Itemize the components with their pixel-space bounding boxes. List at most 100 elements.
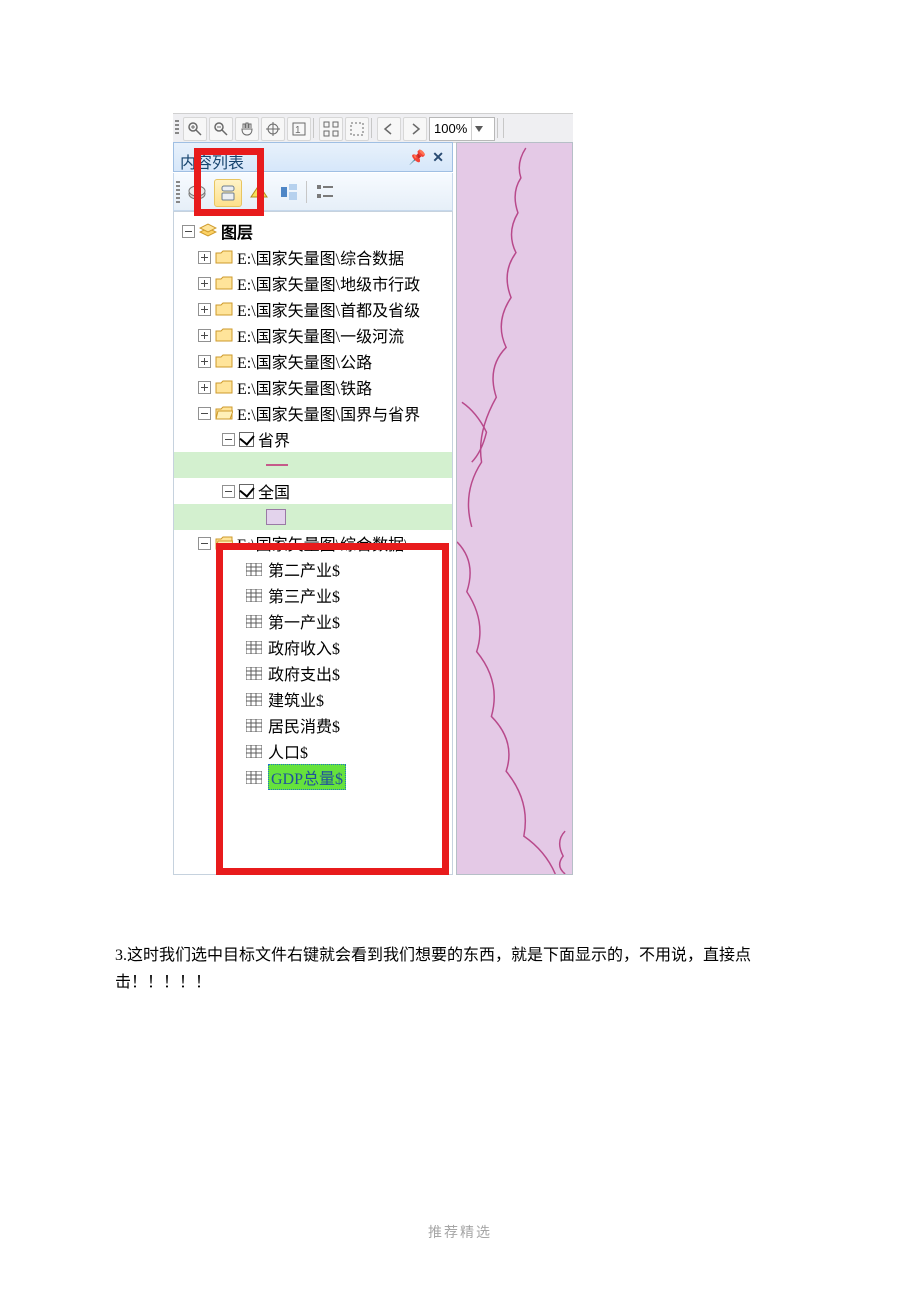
table-label: 第三产业$: [268, 583, 340, 607]
prev-extent-button[interactable]: [377, 117, 401, 141]
plus-icon[interactable]: [198, 303, 211, 316]
tree-dataset-open[interactable]: E:\国家矢量图\国界与省界: [174, 400, 452, 426]
plus-icon[interactable]: [198, 251, 211, 264]
table-label: 政府收入$: [268, 635, 340, 659]
folder-open-icon: [215, 536, 233, 550]
dataset-label: E:\国家矢量图\地级市行政: [237, 271, 420, 295]
zoom-in-button[interactable]: [183, 117, 207, 141]
tree-dataset-open[interactable]: E:\国家矢量图\综合数据\: [174, 530, 452, 556]
close-icon[interactable]: ✕: [432, 149, 444, 166]
pin-icon[interactable]: 📌: [409, 149, 426, 166]
dataset-label: E:\国家矢量图\铁路: [237, 375, 372, 399]
fill-swatch-icon: [266, 509, 286, 525]
tree-dataset[interactable]: E:\国家矢量图\地级市行政: [174, 270, 452, 296]
toolbar-separator: [497, 118, 498, 138]
table-icon: [246, 719, 262, 732]
layers-icon: [199, 223, 217, 239]
table-label: 居民消费$: [268, 713, 340, 737]
folder-icon: [215, 380, 233, 394]
list-visibility-button[interactable]: [246, 179, 272, 205]
full-extent-button[interactable]: [261, 117, 285, 141]
folder-icon: [215, 354, 233, 368]
table-icon: [246, 589, 262, 602]
checkbox-icon[interactable]: [239, 484, 254, 499]
instruction-paragraph: 3.这时我们选中目标文件右键就会看到我们想要的东西，就是下面显示的，不用说，直接…: [115, 942, 805, 996]
zoom-selection-button[interactable]: [319, 117, 343, 141]
table-icon: [246, 693, 262, 706]
toolbar-separator: [313, 118, 314, 138]
tree-table[interactable]: 政府收入$: [174, 634, 452, 660]
folder-icon: [215, 250, 233, 264]
table-icon: [246, 615, 262, 628]
svg-text:1: 1: [295, 125, 301, 136]
tree-table[interactable]: 第三产业$: [174, 582, 452, 608]
sub-grip-icon: [176, 181, 180, 203]
tree-table[interactable]: 第二产业$: [174, 556, 452, 582]
tree-table[interactable]: 居民消费$: [174, 712, 452, 738]
tree-root[interactable]: 图层: [174, 218, 452, 244]
folder-open-icon: [215, 406, 233, 420]
page-footer: 推荐精选: [0, 1222, 920, 1242]
tree-dataset[interactable]: E:\国家矢量图\一级河流: [174, 322, 452, 348]
list-selection-button[interactable]: [276, 179, 302, 205]
minus-icon[interactable]: [222, 485, 235, 498]
plus-icon[interactable]: [198, 277, 211, 290]
table-label: 政府支出$: [268, 661, 340, 685]
app-toolbar: 1 100%: [173, 113, 573, 143]
tree-table[interactable]: 建筑业$: [174, 686, 452, 712]
tree-layer[interactable]: 省界: [174, 426, 452, 452]
plus-icon[interactable]: [198, 355, 211, 368]
folder-icon: [215, 302, 233, 316]
table-label: 建筑业$: [268, 687, 324, 711]
list-drawing-order-button[interactable]: [184, 179, 210, 205]
table-icon: [246, 641, 262, 654]
tree-dataset[interactable]: E:\国家矢量图\铁路: [174, 374, 452, 400]
list-source-button[interactable]: [214, 179, 242, 207]
tree-dataset[interactable]: E:\国家矢量图\综合数据: [174, 244, 452, 270]
plus-icon[interactable]: [198, 381, 211, 394]
toolbar-grip-icon: [175, 120, 179, 136]
tree-root-label: 图层: [221, 219, 253, 243]
layer-label: 省界: [258, 427, 290, 451]
table-icon: [246, 745, 262, 758]
plus-icon[interactable]: [198, 329, 211, 342]
next-extent-button[interactable]: [403, 117, 427, 141]
dataset-label: E:\国家矢量图\公路: [237, 349, 372, 373]
minus-icon[interactable]: [182, 225, 195, 238]
table-icon: [246, 563, 262, 576]
dataset-label: E:\国家矢量图\国界与省界: [237, 401, 420, 425]
zoom-out-button[interactable]: [209, 117, 233, 141]
tree-table[interactable]: 人口$: [174, 738, 452, 764]
dataset-label: E:\国家矢量图\首都及省级: [237, 297, 420, 321]
zoom-combo[interactable]: 100%: [429, 117, 495, 141]
tree-table[interactable]: 第一产业$: [174, 608, 452, 634]
fixed-zoom-button[interactable]: 1: [287, 117, 311, 141]
dataset-label: E:\国家矢量图\综合数据\: [237, 531, 409, 555]
toolbar-separator: [371, 118, 372, 138]
table-label-selected: GDP总量$: [268, 764, 346, 790]
pan-button[interactable]: [235, 117, 259, 141]
minus-icon[interactable]: [222, 433, 235, 446]
tree-table-selected[interactable]: GDP总量$: [174, 764, 452, 790]
legend-row: [174, 504, 452, 530]
zoom-layer-button[interactable]: [345, 117, 369, 141]
map-canvas[interactable]: [456, 142, 573, 875]
panel-sub-toolbar: [173, 173, 453, 211]
table-icon: [246, 667, 262, 680]
minus-icon[interactable]: [198, 407, 211, 420]
tree-dataset[interactable]: E:\国家矢量图\公路: [174, 348, 452, 374]
toolbar-separator: [503, 118, 504, 138]
tree-dataset[interactable]: E:\国家矢量图\首都及省级: [174, 296, 452, 322]
table-label: 人口$: [268, 739, 308, 763]
dropdown-arrow-icon: [471, 118, 486, 140]
tree-layer[interactable]: 全国: [174, 478, 452, 504]
legend-row: [174, 452, 452, 478]
checkbox-icon[interactable]: [239, 432, 254, 447]
folder-icon: [215, 328, 233, 342]
folder-icon: [215, 276, 233, 290]
minus-icon[interactable]: [198, 537, 211, 550]
options-button[interactable]: [312, 179, 338, 205]
tree-table[interactable]: 政府支出$: [174, 660, 452, 686]
toc-tree[interactable]: 图层 E:\国家矢量图\综合数据 E:\国家矢量图\地级市行政 E:\国家矢量图…: [173, 211, 453, 875]
dataset-label: E:\国家矢量图\综合数据: [237, 245, 404, 269]
